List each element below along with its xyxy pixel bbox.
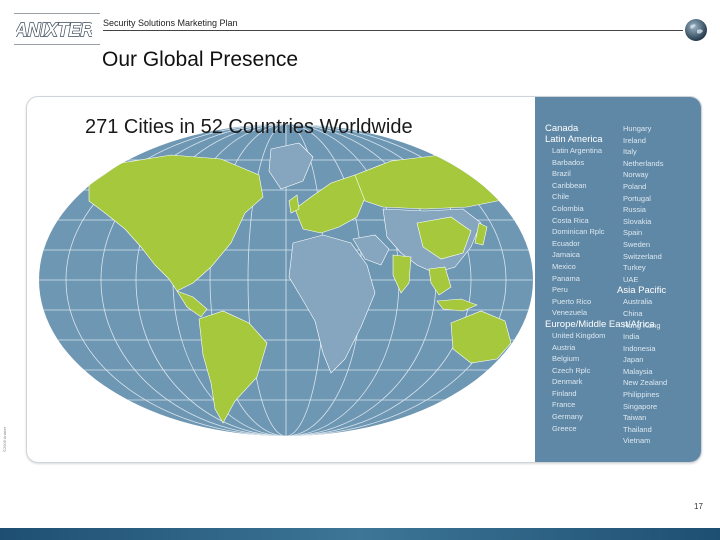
country-item: Malaysia [623,366,653,376]
world-map [39,124,533,436]
country-item: Hong Kong [623,320,661,330]
country-item: Ireland [623,135,646,145]
page-number: 17 [694,502,703,511]
country-item: Indonesia [623,343,656,353]
country-column-right: Hungary Ireland Italy Netherlands Norway Pola… [617,123,668,447]
country-item: Australia [623,297,653,307]
country-item: Poland [623,181,647,191]
header-bottom-line [14,44,100,45]
country-item: Thailand [623,424,652,434]
country-item: Philippines [623,390,660,400]
map-heading: 271 Cities in 52 Countries Worldwide [85,116,413,138]
svg-text:ANIXTER: ANIXTER [16,20,92,40]
header-rule [103,30,683,31]
anixter-logo: ANIXTER [16,19,92,40]
copyright-mark: ©2006 Anixter [2,426,7,452]
country-item: Sweden [623,239,651,249]
country-item: Netherlands [623,158,664,168]
country-item: UAE [623,274,639,284]
country-item: Italy [623,147,637,157]
country-item: Norway [623,170,649,180]
country-item: Taiwan [623,413,647,423]
country-list-panel: Canada Latin America Latin Argentina Barbad… [535,97,701,462]
header-top-line [14,13,100,14]
globe-icon [685,19,707,41]
header-subtitle: Security Solutions Marketing Plan [103,18,238,28]
country-item: New Zealand [623,378,668,388]
country-item: China [623,308,643,318]
footer-bar [0,528,720,540]
country-item: India [623,332,640,342]
country-item: Slovakia [623,216,652,226]
slide-title: Our Global Presence [102,48,299,71]
country-item: Switzerland [623,251,662,261]
country-item: Russia [623,205,646,215]
country-item: Singapore [623,401,658,411]
country-item: Vietnam [623,436,651,446]
country-item: Japan [623,355,644,365]
country-item: Portugal [623,193,651,203]
map-panel: 271 Cities in 52 Countries Worldwide Can… [26,96,702,463]
country-item: Spain [623,228,643,238]
region-heading: Asia Pacific [617,285,667,297]
country-item: Hungary [623,124,652,133]
country-item: Turkey [623,263,646,273]
